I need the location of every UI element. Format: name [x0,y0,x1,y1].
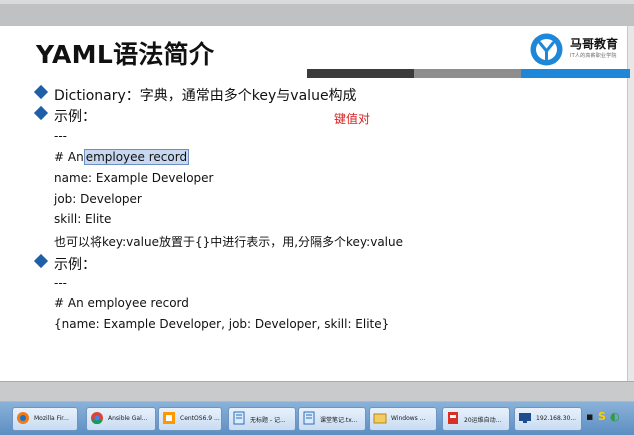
example2-line-1: --- [54,276,67,290]
example1-line-3: name: Example Developer [54,171,214,185]
example1-line-1: --- [54,129,67,143]
example1-line-6: 也可以将key:value放置于{}中进行表示，用,分隔多个key:value [54,235,403,249]
slide-bottom-bar [0,381,634,402]
magedu-logo-icon [530,33,563,66]
network-icon[interactable]: ◐ [610,410,620,423]
selected-text[interactable]: employee record [83,149,190,165]
vmware-icon [163,412,175,424]
taskbar-item-class-notes[interactable]: 课堂笔记.tx... [298,407,366,431]
window-top-bar [0,0,634,27]
example1-line-2: # An employee record [54,149,190,165]
s-icon[interactable]: S [598,410,606,423]
pdf-icon [448,412,458,424]
header-bar-gray [414,69,521,78]
example2-line-3: {name: Example Developer, job: Developer… [54,317,390,331]
notepad-icon [303,411,315,425]
taskbar-item-notepad[interactable]: 无标题 - 记... [228,407,296,431]
remote-desktop-icon [519,413,531,423]
example1-line-5: skill: Elite [54,212,112,226]
taskbar-item-pdf[interactable]: 20运维自动... [442,407,510,431]
logo-subtitle: IT人的高薪职业学院 [570,53,617,59]
taskbar-item-windows[interactable]: Windows ... [369,407,437,431]
notepad-icon [233,411,245,425]
header-bar-blue [521,69,630,78]
chrome-icon [91,412,103,425]
taskbar-item-remote-desktop[interactable]: 192.168.30... [514,407,582,431]
example1-line-4: job: Developer [54,192,142,206]
taskbar-item-vmware[interactable]: CentOS6.9 ... [158,407,222,431]
ellipsis-icon[interactable]: ▪ [586,410,593,423]
example2-line-2: # An employee record [54,296,189,310]
magedu-logo: 马哥教育 IT人的高薪职业学院 [530,33,625,67]
taskbar-item-firefox[interactable]: Mozilla Fir... [12,407,78,431]
key-value-note: 键值对 [334,112,371,126]
windows-taskbar: Mozilla Fir... Ansible Gal... CentOS6.9 … [0,401,634,435]
comment-prefix: # An [54,150,84,164]
screen: YAML语法简介 马哥教育 IT人的高薪职业学院 Dictionary：字典，通… [0,0,634,435]
system-tray: ▪ S ◐ [586,410,634,426]
taskbar-item-chrome[interactable]: Ansible Gal... [86,407,156,431]
slide-title: YAML语法简介 [36,40,215,69]
windows-explorer-icon [373,413,387,424]
firefox-icon [17,412,29,424]
header-bar-dark [307,69,414,78]
top-strip [0,0,634,4]
right-scroll-edge[interactable] [627,26,634,381]
logo-text: 马哥教育 [570,37,619,51]
